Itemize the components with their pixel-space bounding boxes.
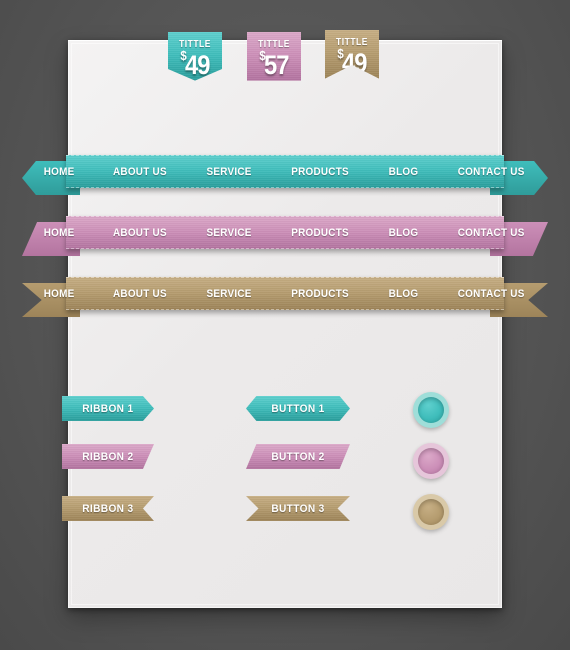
nav-ribbon-teal: HOME ABOUT US SERVICE PRODUCTS BLOG CONT… [0, 155, 570, 201]
ribbon-label-3[interactable]: RIBBON 3 [62, 496, 154, 521]
nav-item-about-us[interactable]: ABOUT US [98, 166, 182, 178]
amount-value: 49 [341, 48, 368, 78]
nav-item-blog[interactable]: BLOG [373, 227, 433, 239]
nav-item-about-us[interactable]: ABOUT US [98, 288, 182, 300]
nav-item-products[interactable]: PRODUCTS [276, 166, 364, 178]
nav-bar: HOME ABOUT US SERVICE PRODUCTS BLOG CONT… [44, 216, 524, 249]
nav-item-home[interactable]: HOME [29, 166, 90, 178]
amount-value: 57 [263, 50, 290, 80]
circle-inner-teal [418, 397, 444, 423]
button-label: BUTTON 2 [271, 450, 325, 463]
price-tag-teal[interactable]: TITTLE $49 [168, 32, 222, 81]
price-tag-amount: $49 [328, 47, 376, 78]
price-tag-amount: $57 [250, 49, 298, 80]
nav-ribbon-pink: HOME ABOUT US SERVICE PRODUCTS BLOG CONT… [0, 216, 570, 262]
nav-item-contact-us[interactable]: CONTACT US [442, 288, 539, 300]
price-tag-amount: $49 [171, 49, 219, 80]
ui-kit-canvas: TITTLE $49 TITTLE $57 TITTLE $49 HOME AB… [0, 0, 570, 650]
price-tag-body: TITTLE $49 [168, 32, 222, 81]
nav-item-about-us[interactable]: ABOUT US [98, 227, 182, 239]
nav-item-service[interactable]: SERVICE [191, 166, 267, 178]
ribbon-label-1[interactable]: RIBBON 1 [62, 396, 154, 421]
price-tag-title: TITTLE [179, 39, 211, 50]
nav-item-blog[interactable]: BLOG [373, 288, 433, 300]
circle-inner-gold [418, 499, 444, 525]
circle-badge-gold[interactable] [413, 494, 449, 530]
nav-item-contact-us[interactable]: CONTACT US [442, 227, 539, 239]
nav-item-products[interactable]: PRODUCTS [276, 288, 364, 300]
amount-value: 49 [184, 50, 211, 80]
price-tag-body: TITTLE $49 [325, 30, 379, 79]
nav-item-home[interactable]: HOME [29, 288, 90, 300]
circle-inner-pink [418, 448, 444, 474]
nav-item-contact-us[interactable]: CONTACT US [442, 166, 539, 178]
ribbon-label-2[interactable]: RIBBON 2 [62, 444, 154, 469]
price-tag-body: TITTLE $57 [247, 32, 301, 81]
price-tag-pink[interactable]: TITTLE $57 [247, 32, 301, 81]
nav-bar: HOME ABOUT US SERVICE PRODUCTS BLOG CONT… [44, 277, 524, 310]
circle-badge-pink[interactable] [413, 443, 449, 479]
nav-item-home[interactable]: HOME [29, 227, 90, 239]
button-3[interactable]: BUTTON 3 [246, 496, 350, 521]
nav-item-blog[interactable]: BLOG [373, 166, 433, 178]
button-label: BUTTON 1 [271, 402, 325, 415]
nav-item-products[interactable]: PRODUCTS [276, 227, 364, 239]
ribbon-label-text: RIBBON 3 [82, 502, 134, 515]
price-tag-gold[interactable]: TITTLE $49 [325, 30, 379, 79]
button-1[interactable]: BUTTON 1 [246, 396, 350, 421]
price-tag-title: TITTLE [258, 39, 290, 50]
button-2[interactable]: BUTTON 2 [246, 444, 350, 469]
circle-badge-teal[interactable] [413, 392, 449, 428]
nav-ribbon-gold: HOME ABOUT US SERVICE PRODUCTS BLOG CONT… [0, 277, 570, 323]
nav-bar: HOME ABOUT US SERVICE PRODUCTS BLOG CONT… [44, 155, 524, 188]
ribbon-label-text: RIBBON 2 [82, 450, 134, 463]
nav-item-service[interactable]: SERVICE [191, 227, 267, 239]
nav-item-service[interactable]: SERVICE [191, 288, 267, 300]
button-label: BUTTON 3 [271, 502, 325, 515]
ribbon-label-text: RIBBON 1 [82, 402, 134, 415]
price-tag-title: TITTLE [336, 37, 368, 48]
